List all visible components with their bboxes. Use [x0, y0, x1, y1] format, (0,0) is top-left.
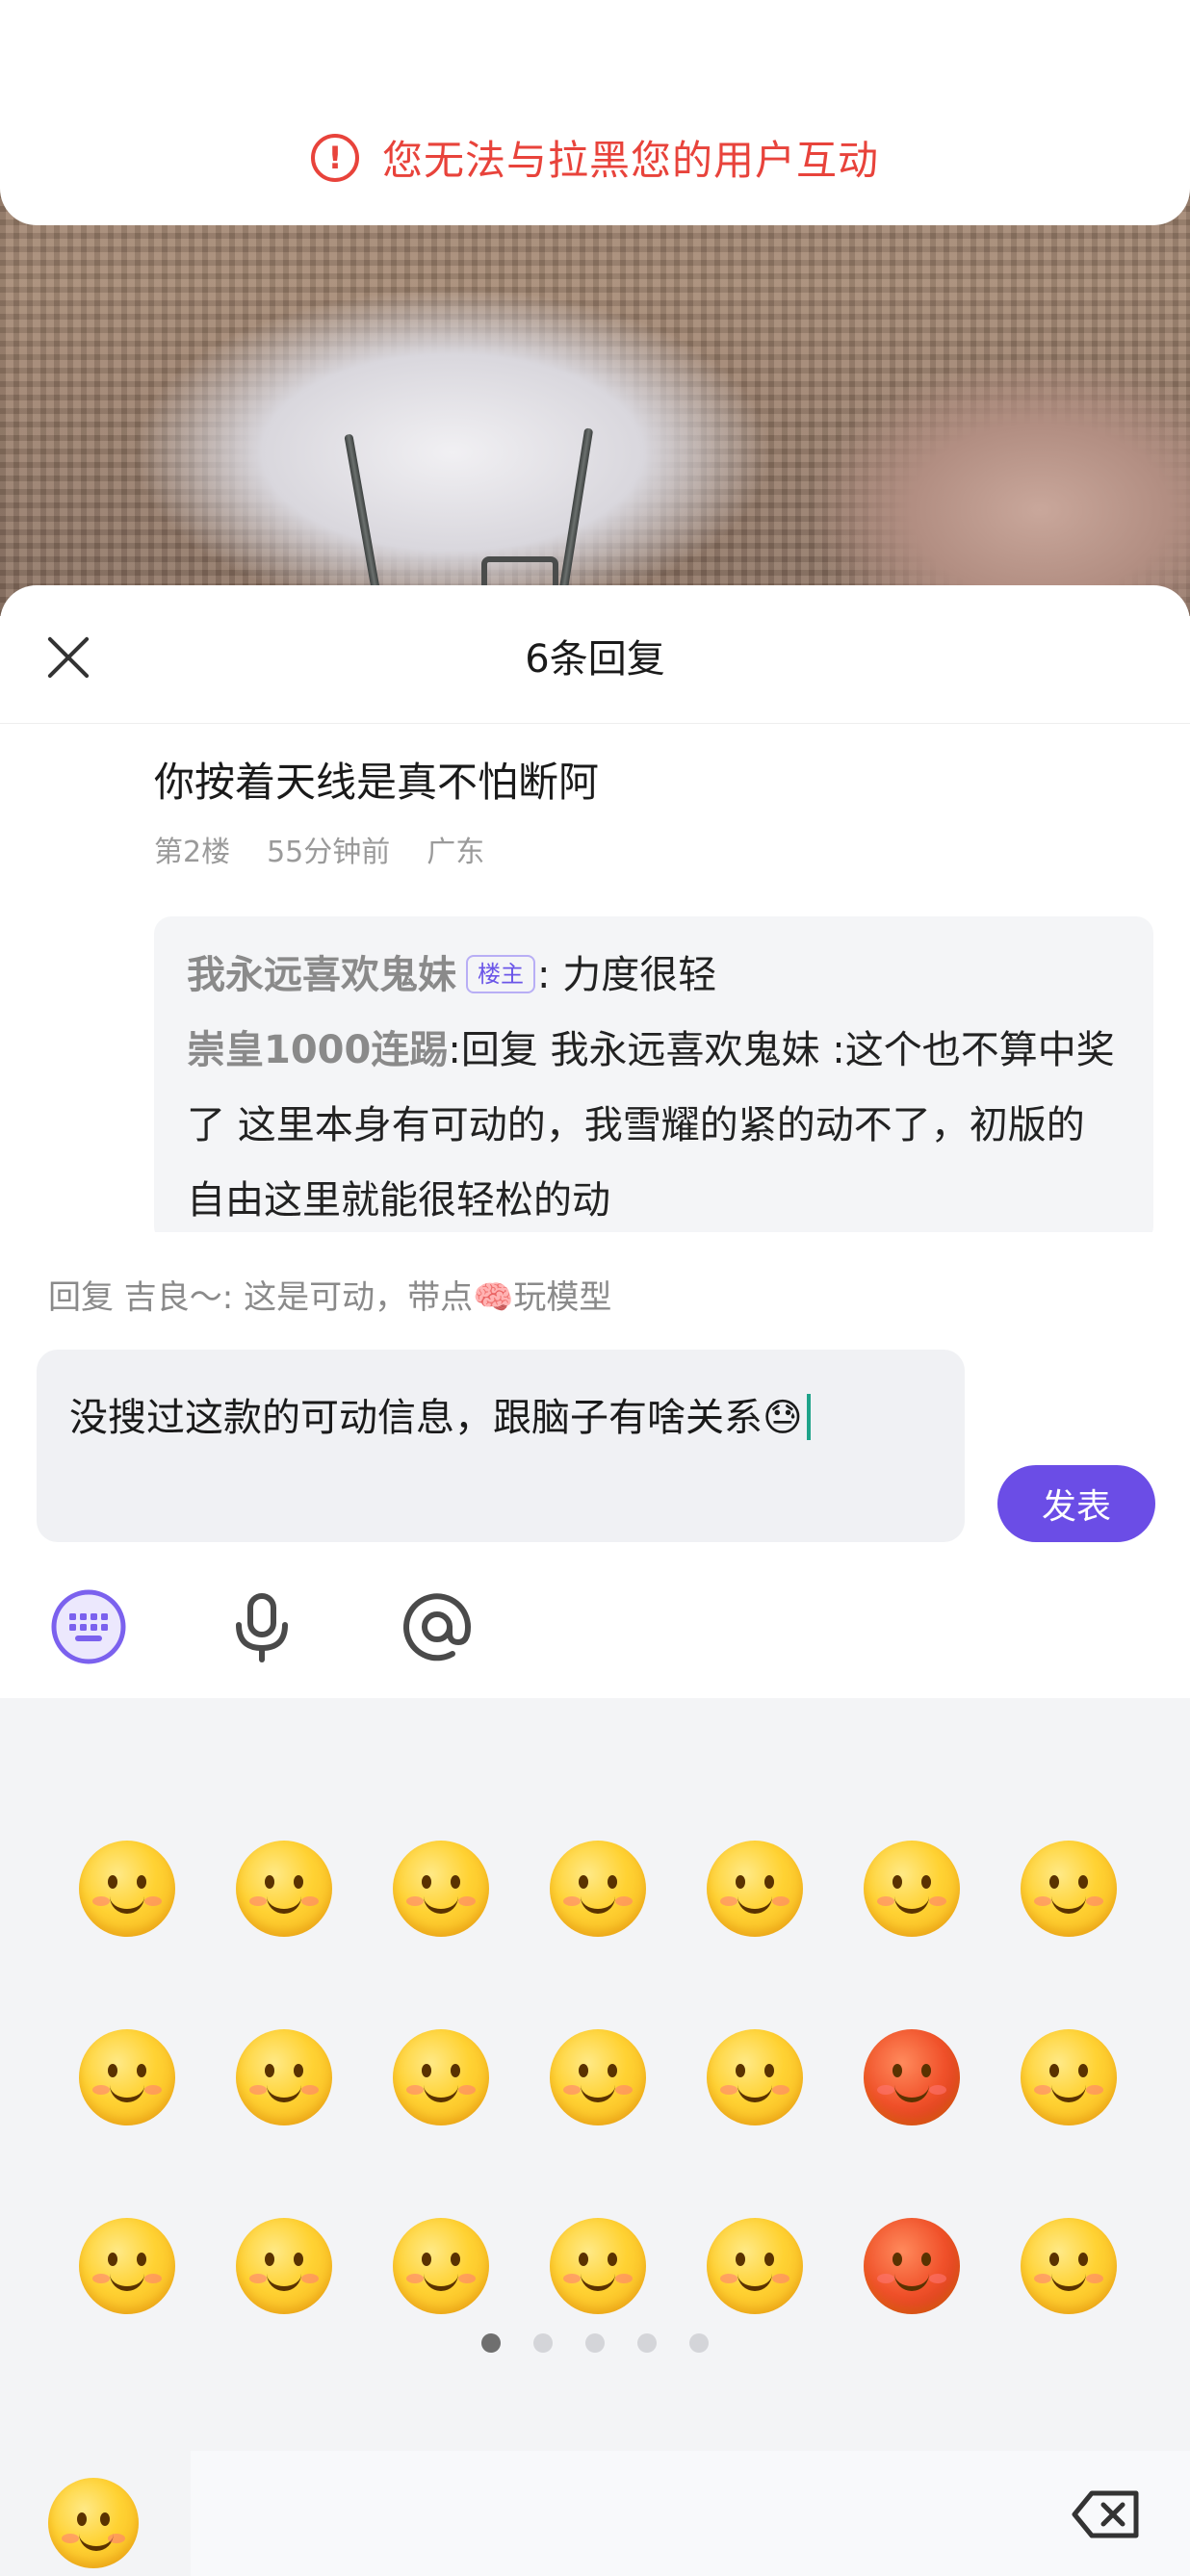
emoji-toothy-grin[interactable]	[550, 2029, 646, 2125]
emoji-shocked-tears[interactable]	[707, 2218, 803, 2314]
reply-composer: 回复 吉良～: 这是可动，带点🧠玩模型 没搜过这款的可动信息，跟脑子有啥关系😓 …	[0, 1232, 1190, 1694]
reply-item[interactable]: 崇皇1000连踢:回复 我永远喜欢鬼妹 :这个也不算中奖了 这里本身有可动的，我…	[187, 1013, 1121, 1238]
page-dot[interactable]	[533, 2333, 553, 2353]
reply-author[interactable]: 我永远喜欢鬼妹	[187, 953, 456, 997]
post-text: 你按着天线是真不怕断阿	[154, 759, 600, 806]
emoji-cry[interactable]	[236, 2218, 332, 2314]
sheet-title: 6条回复	[525, 637, 665, 682]
emoji-spit[interactable]	[550, 2218, 646, 2314]
composer-toolbar	[0, 1577, 1190, 1694]
emoji-heart-eyes[interactable]	[864, 1841, 960, 1937]
emoji-bottom-bar	[0, 2451, 1190, 2576]
emoji-giggle[interactable]	[236, 2029, 332, 2125]
exclamation-circle-icon: !	[310, 133, 359, 182]
emoji-laugh[interactable]	[707, 1841, 803, 1937]
emoji-smirk[interactable]	[393, 2029, 489, 2125]
sub-replies: 我永远喜欢鬼妹 楼主: 力度很轻 崇皇1000连踢:回复 我永远喜欢鬼妹 :这个也…	[154, 916, 1153, 1244]
emoji-tongue[interactable]	[393, 1841, 489, 1937]
post-floor: 第2楼	[154, 836, 231, 870]
smile-emoji-tab[interactable]	[48, 2478, 139, 2568]
post-time: 55分钟前	[267, 836, 391, 870]
reply-input[interactable]: 没搜过这款的可动信息，跟脑子有啥关系😓	[37, 1350, 965, 1542]
page-indicator	[0, 2333, 1190, 2353]
page-dot[interactable]	[637, 2333, 657, 2353]
toast-message: 您无法与拉黑您的用户互动	[381, 137, 879, 184]
microphone-icon[interactable]	[223, 1588, 300, 1665]
sheet-header: 6条回复	[0, 585, 1190, 724]
reply-author[interactable]: 崇皇1000连踢	[187, 1028, 448, 1072]
page-dot[interactable]	[585, 2333, 605, 2353]
op-badge: 楼主	[466, 955, 535, 993]
emoji-red-smirk[interactable]	[864, 2218, 960, 2314]
reply-text: 力度很轻	[562, 953, 717, 997]
reply-separator: :	[448, 1028, 461, 1072]
page-dot[interactable]	[481, 2333, 501, 2353]
reply-separator: :	[537, 953, 551, 997]
emoji-think-point[interactable]	[393, 2218, 489, 2314]
reply-item[interactable]: 我永远喜欢鬼妹 楼主: 力度很轻	[187, 938, 1121, 1013]
reply-to-hint: 回复 吉良～: 这是可动，带点🧠玩模型	[48, 1278, 612, 1317]
emoji-puppy-eyes[interactable]	[79, 2029, 175, 2125]
antenna-left	[344, 433, 381, 597]
emoji-cover-face[interactable]	[550, 1841, 646, 1937]
blocked-toast: ! 您无法与拉黑您的用户互动	[0, 0, 1190, 225]
emoji-facepalm-line[interactable]	[79, 2218, 175, 2314]
antenna-right	[558, 427, 594, 591]
post-comment[interactable]: 你按着天线是真不怕断阿 第2楼 55分钟前 广东	[154, 759, 1155, 870]
emoji-grin-heart[interactable]	[236, 1841, 332, 1937]
emoji-angry-teeth[interactable]	[864, 2029, 960, 2125]
post-location: 广东	[427, 836, 485, 870]
page-dot[interactable]	[689, 2333, 709, 2353]
emoji-sweat[interactable]	[1021, 2029, 1117, 2125]
emoji-pleading[interactable]	[1021, 1841, 1117, 1937]
post-meta: 第2楼 55分钟前 广东	[154, 828, 1155, 870]
emoji-frown[interactable]	[707, 2029, 803, 2125]
reply-input-value: 没搜过这款的可动信息，跟脑子有啥关系😓	[69, 1396, 803, 1440]
emoji-shrug[interactable]	[1021, 2218, 1117, 2314]
emoji-panel	[0, 1698, 1190, 2576]
backspace-icon[interactable]	[1071, 2489, 1140, 2539]
emoji-tab-strip	[191, 2451, 1190, 2576]
keyboard-icon[interactable]	[50, 1588, 127, 1665]
emoji-smile[interactable]	[79, 1841, 175, 1937]
send-button[interactable]: 发表	[997, 1465, 1155, 1542]
at-icon[interactable]	[399, 1588, 476, 1665]
text-caret	[806, 1394, 811, 1440]
